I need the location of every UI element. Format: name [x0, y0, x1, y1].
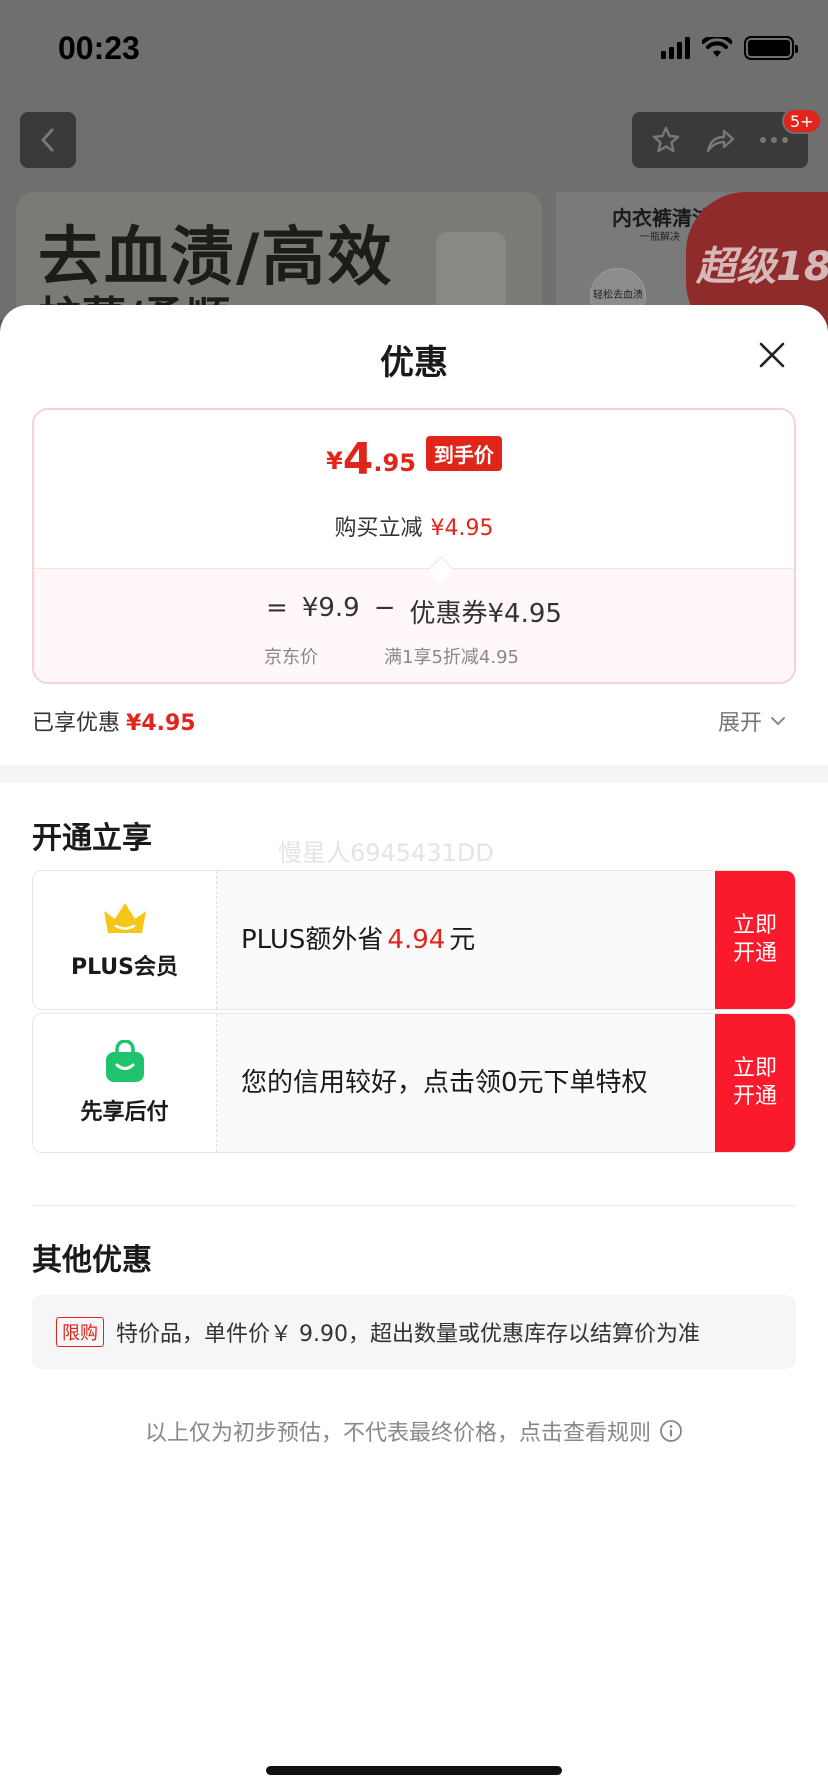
background-page: 00:23 5+ 去血渍/高效 护蕾/柔顺 内衣裤清洁 一瓶解决 轻松去血渍 超… [0, 0, 828, 342]
section-title-open-benefits: 开通立享 [32, 821, 152, 856]
plus-offer-text: PLUS额外省 4.94 元 [241, 871, 711, 1009]
plus-offer-text-post: 元 [449, 925, 476, 955]
coupon-amount: 优惠券¥4.95 [409, 599, 562, 629]
base-price-label: 京东价 [264, 647, 318, 668]
price-formula: = ¥9.9 − 优惠券¥4.95 [34, 593, 794, 630]
section-title-other-discounts: 其他优惠 [32, 1243, 152, 1278]
price-integer: 4 [342, 434, 374, 485]
section-separator [0, 765, 828, 783]
paylater-label: 先享后付 [80, 1100, 169, 1125]
paylater-activate-label: 立即开通 [732, 1056, 777, 1109]
price-breakdown: = ¥9.9 − 优惠券¥4.95 京东价 满1享5折减4.95 [34, 568, 794, 682]
limit-text: 特价品，单件价￥ 9.90，超出数量或优惠库存以结算价为准 [116, 1322, 700, 1347]
close-button[interactable] [752, 335, 792, 375]
plus-member-label: PLUS会员 [70, 955, 179, 980]
shopping-bag-icon [105, 1040, 144, 1082]
chevron-down-icon [771, 717, 786, 726]
star-icon[interactable] [651, 125, 681, 155]
battery-icon [744, 36, 798, 60]
reduce-amount: ¥4.95 [430, 516, 494, 541]
enjoyed-label: 已享优惠 [32, 711, 121, 736]
price-summary: ¥ 4 .95 到手价 购买立减 ¥4.95 [34, 410, 794, 568]
status-icons [661, 36, 798, 60]
banner-right-subtitle: 一瓶解决 [640, 232, 680, 243]
currency-symbol: ¥ [326, 447, 343, 475]
status-time: 00:23 [58, 30, 140, 66]
enjoyed-discount: 已享优惠 ¥4.95 [32, 705, 196, 737]
close-icon [759, 342, 785, 368]
promo-text: 超级18 [696, 244, 828, 290]
price-card: ¥ 4 .95 到手价 购买立减 ¥4.95 = ¥9.9 − 优惠券¥4.95 … [32, 408, 796, 684]
plus-offer-text-pre: PLUS额外省 [241, 925, 384, 955]
home-indicator [266, 1766, 562, 1775]
price-tag: 到手价 [425, 436, 502, 471]
plus-saving-amount: 4.94 [387, 925, 446, 955]
share-icon[interactable] [704, 125, 736, 155]
info-icon [660, 1420, 682, 1442]
crown-icon [103, 903, 146, 933]
paylater-offer-badge: 先享后付 [33, 1014, 217, 1152]
rules-footnote[interactable]: 以上仅为初步预估，不代表最终价格，点击查看规则 [0, 1415, 828, 1447]
wifi-icon [702, 37, 732, 57]
limit-tag: 限购 [56, 1317, 104, 1347]
expand-label: 展开 [718, 711, 763, 736]
chevron-left-icon [40, 128, 54, 152]
equals-sign: = [266, 593, 288, 623]
purchase-limit-notice: 限购 特价品，单件价￥ 9.90，超出数量或优惠库存以结算价为准 [32, 1295, 796, 1369]
paylater-offer-text: 您的信用较好，点击领0元下单特权 [241, 1068, 648, 1098]
reduce-label: 购买立减 [334, 516, 423, 541]
notification-badge: 5+ [782, 108, 822, 134]
base-price: ¥9.9 [301, 593, 360, 623]
final-price: ¥ 4 .95 到手价 [34, 436, 794, 483]
more-icon[interactable] [759, 135, 789, 145]
plus-activate-button[interactable]: 立即开通 [715, 871, 795, 1009]
plus-activate-label: 立即开通 [732, 913, 777, 966]
minus-sign: − [373, 593, 396, 623]
reduce-line: 购买立减 ¥4.95 [34, 510, 794, 542]
watermark: 慢星人6945431DD [278, 839, 494, 867]
footnote-text: 以上仅为初步预估，不代表最终价格，点击查看规则 [144, 1421, 651, 1446]
paylater-activate-button[interactable]: 立即开通 [715, 1014, 795, 1152]
price-decimal: .95 [373, 449, 416, 477]
plus-offer-card: PLUS会员 PLUS额外省 4.94 元 立即开通 [32, 870, 796, 1010]
discount-sheet: 优惠 ¥ 4 .95 到手价 购买立减 ¥4.95 = ¥9.9 − 优惠券¥4.… [0, 305, 828, 1792]
back-button[interactable] [20, 112, 76, 168]
divider [32, 1205, 796, 1206]
status-bar: 00:23 [0, 0, 828, 100]
expand-button[interactable]: 展开 [718, 705, 786, 737]
sheet-title: 优惠 [380, 343, 448, 383]
signal-icon [661, 37, 690, 59]
plus-offer-badge: PLUS会员 [33, 871, 217, 1009]
coupon-description: 满1享5折减4.95 [384, 647, 519, 668]
enjoyed-amount: ¥4.95 [126, 711, 196, 736]
paylater-offer-card: 先享后付 您的信用较好，点击领0元下单特权 立即开通 [32, 1013, 796, 1153]
